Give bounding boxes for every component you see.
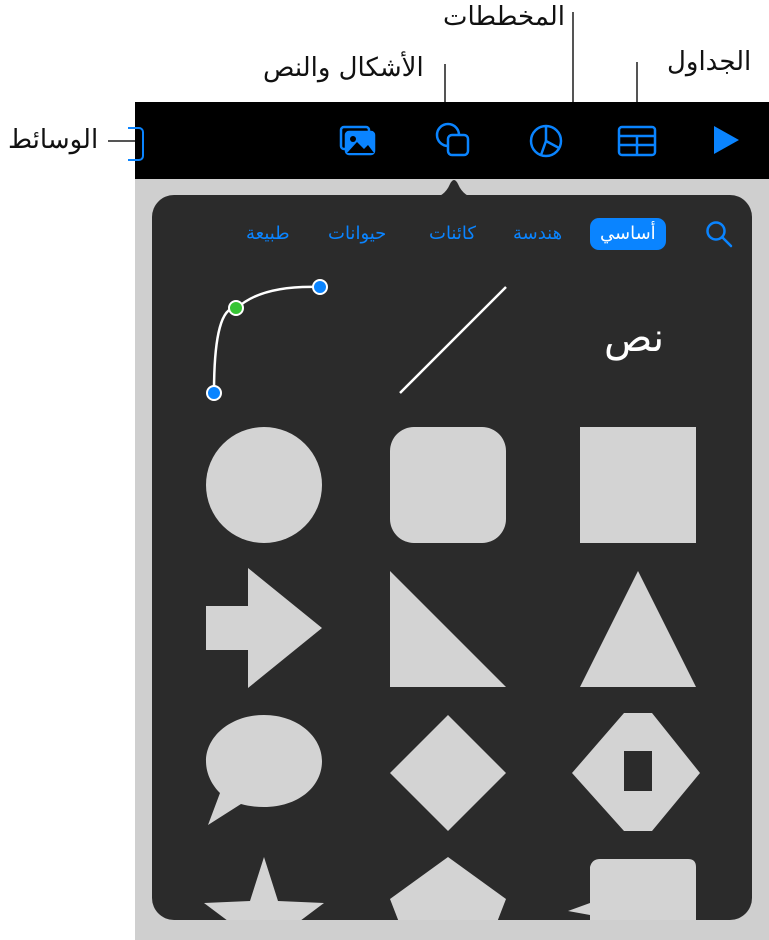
shape-diamond[interactable] [390,715,506,831]
charts-button[interactable] [522,115,572,165]
shape-callout-box[interactable] [568,859,696,920]
media-button[interactable] [331,115,381,165]
shape-line[interactable] [399,286,507,394]
play-button[interactable] [700,115,750,165]
shape-arrow[interactable] [206,568,322,688]
callout-tables: الجداول [667,47,752,77]
table-icon [617,125,657,157]
shape-rounded-square[interactable] [390,427,506,543]
callout-charts: المخططات [443,2,566,32]
play-icon [714,126,739,154]
callout-media: الوسائط [8,125,99,155]
shape-curve[interactable] [206,279,328,401]
shapes-button[interactable] [428,115,478,165]
shape-speech-bubble[interactable] [206,715,322,825]
shape-right-triangle[interactable] [390,571,506,687]
toolbar-left-control[interactable] [128,127,144,161]
tables-button[interactable] [612,115,662,165]
shapes-grid [204,279,700,920]
shape-square[interactable] [580,427,696,543]
photo-icon [339,125,376,156]
shape-pentagon[interactable] [390,857,506,920]
callout-shapes-text: الأشكال والنص [263,53,424,83]
shape-circle[interactable] [206,427,322,543]
double-arrow-notch [624,751,652,795]
shapes-icon [435,122,470,157]
shape-triangle[interactable] [580,571,696,687]
shape-star[interactable] [204,857,324,920]
chart-icon [529,124,563,158]
